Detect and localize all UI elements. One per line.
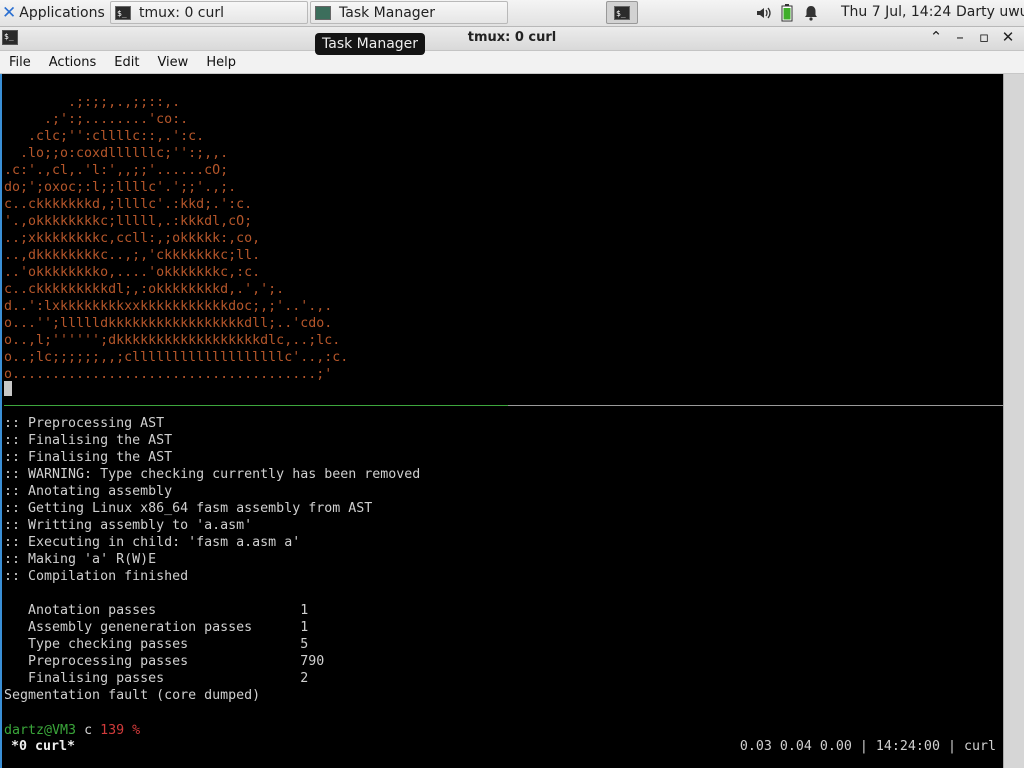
error-message: Segmentation fault (core dumped) <box>4 688 261 703</box>
prompt-user-host: dartz@VM3 <box>4 723 77 738</box>
task-manager-icon <box>315 5 331 20</box>
log-line: :: Making 'a' R(W)E <box>4 552 157 567</box>
prompt-exit-code: 139 <box>100 723 125 738</box>
stat-value: 5 <box>300 637 309 652</box>
log-line: :: Anotating assembly <box>4 484 173 499</box>
taskbar-item-label: tmux: 0 curl <box>139 4 225 21</box>
stat-label: Preprocessing passes <box>28 654 189 669</box>
taskbar-item-tmux[interactable]: $_ tmux: 0 curl <box>110 1 308 24</box>
log-line: :: Preprocessing AST <box>4 416 165 431</box>
prompt-symbol: % <box>124 723 141 738</box>
top-panel: ✕ Applications $_ tmux: 0 curl Task Mana… <box>0 0 1024 27</box>
log-line: :: Executing in child: 'fasm a.asm a' <box>4 535 301 550</box>
stat-label: Finalising passes <box>28 671 165 686</box>
tmux-pane-bottom[interactable]: :: Preprocessing AST :: Finalising the A… <box>4 415 420 687</box>
xfce-logo-icon: ✕ <box>2 2 17 23</box>
tmux-status-bar: *0 curl* 0.03 0.04 0.00 | 14:24:00 | cur… <box>2 738 1002 755</box>
terminal-icon: $_ <box>614 5 630 20</box>
menu-help[interactable]: Help <box>197 55 245 70</box>
terminal-icon: $_ <box>115 5 131 20</box>
stat-row: Type checking passes 5 <box>4 636 420 653</box>
close-button[interactable]: ✕ <box>1000 28 1016 46</box>
stat-value: 2 <box>300 671 309 686</box>
log-line: :: Finalising the AST <box>4 433 173 448</box>
stat-row: Preprocessing passes 790 <box>4 653 420 670</box>
menu-edit[interactable]: Edit <box>105 55 148 70</box>
applications-label: Applications <box>19 4 105 21</box>
stat-row: Assembly geneneration passes 1 <box>4 619 420 636</box>
menu-view[interactable]: View <box>148 55 197 70</box>
chevron-up-icon[interactable]: ⌃ <box>928 28 944 46</box>
taskbar-item-label: Task Manager <box>339 4 436 21</box>
tooltip: Task Manager <box>315 33 426 55</box>
notification-bell-icon[interactable] <box>803 5 819 21</box>
log-line: :: Finalising the AST <box>4 450 173 465</box>
taskbar-item-task-manager[interactable]: Task Manager <box>310 1 508 24</box>
scrollbar[interactable] <box>1003 74 1024 768</box>
stat-value: 790 <box>300 654 325 669</box>
user-name[interactable]: Darty uwu <box>956 4 1024 20</box>
stat-value: 1 <box>300 620 309 635</box>
battery-icon[interactable] <box>781 4 793 22</box>
menubar: File Actions Edit View Help <box>0 51 1024 74</box>
stat-label: Type checking passes <box>28 637 189 652</box>
stat-value: 1 <box>300 603 309 618</box>
log-line: :: WARNING: Type checking currently has … <box>4 467 421 482</box>
system-tray <box>755 4 819 22</box>
terminal-area[interactable]: .;:;;,.,;;::,. .;':;........'co:. .clc;'… <box>0 74 1024 768</box>
log-line: :: Writting assembly to 'a.asm' <box>4 518 253 533</box>
stat-label: Anotation passes <box>28 603 157 618</box>
stat-label: Assembly geneneration passes <box>28 620 253 635</box>
applications-menu-button[interactable]: ✕ Applications <box>0 1 108 24</box>
volume-icon[interactable] <box>755 5 771 21</box>
tmux-pane-top[interactable]: .;:;;,.,;;::,. .;':;........'co:. .clc;'… <box>4 94 348 383</box>
terminal-cursor <box>4 381 12 396</box>
minimize-button[interactable]: – <box>952 28 968 46</box>
stat-row: Anotation passes 1 <box>4 602 420 619</box>
clock[interactable]: Thu 7 Jul, 14:24 <box>841 4 951 20</box>
shell-prompt[interactable]: dartz@VM3 c 139 % <box>4 722 140 739</box>
window-title: tmux: 0 curl <box>467 30 557 45</box>
active-pane-border <box>4 405 508 406</box>
stat-row: Finalising passes 2 <box>4 670 420 687</box>
menu-actions[interactable]: Actions <box>40 55 106 70</box>
ascii-art-logo: .;:;;,.,;;::,. .;':;........'co:. .clc;'… <box>4 95 349 382</box>
log-line: :: Compilation finished <box>4 569 189 584</box>
pane-border <box>508 405 1004 406</box>
window-controls: ⌃ – ▫ ✕ <box>928 28 1016 46</box>
prompt-dir: c <box>76 723 101 738</box>
tmux-status-right: 0.03 0.04 0.00 | 14:24:00 | curl <box>739 739 996 754</box>
menu-file[interactable]: File <box>0 55 40 70</box>
workspace-switcher[interactable]: $_ <box>606 1 638 24</box>
tmux-window-tab[interactable]: *0 curl* <box>11 738 75 755</box>
maximize-button[interactable]: ▫ <box>976 28 992 46</box>
log-line: :: Getting Linux x86_64 fasm assembly fr… <box>4 501 373 516</box>
window-titlebar[interactable]: $_ tmux: 0 curl ⌃ – ▫ ✕ <box>0 27 1024 51</box>
